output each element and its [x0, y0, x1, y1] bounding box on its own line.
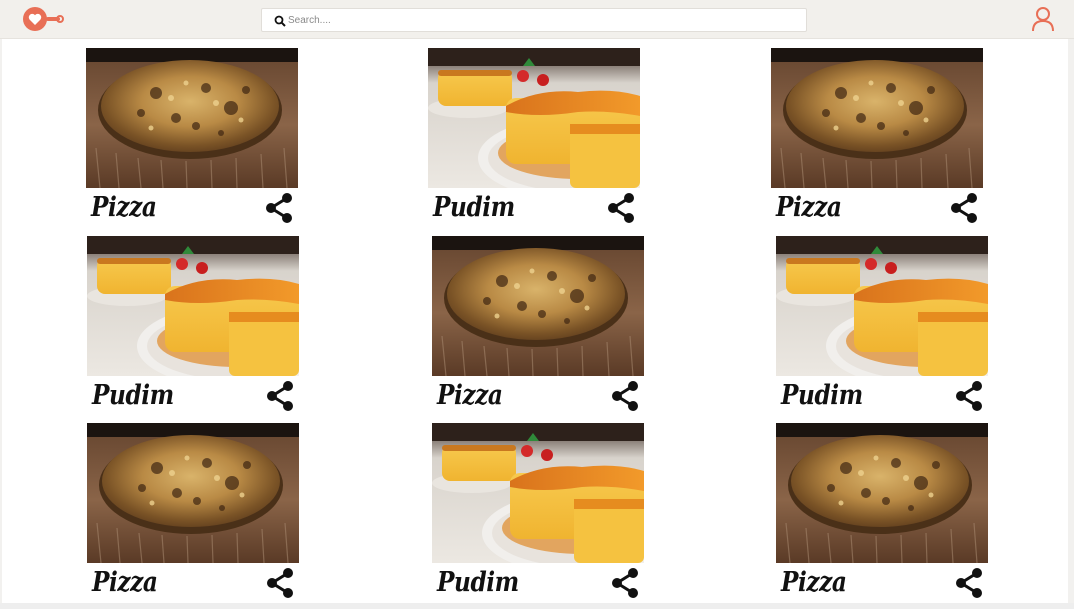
share-icon[interactable]	[606, 192, 636, 224]
recipe-title[interactable]: Pizza	[91, 189, 157, 227]
recipe-card: Pudim	[776, 236, 988, 416]
recipe-title[interactable]: Pizza	[781, 564, 847, 602]
heart-frying-pan-icon[interactable]	[22, 6, 66, 32]
user-icon[interactable]	[1031, 6, 1055, 32]
share-icon[interactable]	[264, 192, 294, 224]
recipe-card: Pudim	[432, 423, 644, 603]
recipe-card: Pizza	[771, 48, 983, 228]
pizza-photo[interactable]	[86, 48, 298, 188]
pizza-photo[interactable]	[776, 423, 988, 563]
recipe-title[interactable]: Pizza	[437, 377, 503, 415]
recipe-title[interactable]: Pizza	[776, 189, 842, 227]
search-icon	[274, 14, 286, 27]
pizza-photo[interactable]	[87, 423, 299, 563]
share-icon[interactable]	[954, 567, 984, 599]
pudim-photo[interactable]	[428, 48, 640, 188]
share-icon[interactable]	[949, 192, 979, 224]
bottom-edge	[0, 603, 1074, 609]
top-navbar	[0, 0, 1074, 39]
recipe-card: Pizza	[432, 236, 644, 416]
recipe-title[interactable]: Pizza	[92, 564, 158, 602]
search-bar	[261, 8, 807, 32]
pizza-photo[interactable]	[432, 236, 644, 376]
pudim-photo[interactable]	[432, 423, 644, 563]
share-icon[interactable]	[265, 380, 295, 412]
recipe-title[interactable]: Pudim	[433, 189, 515, 227]
search-input[interactable]	[288, 11, 788, 29]
pudim-photo[interactable]	[87, 236, 299, 376]
share-icon[interactable]	[954, 380, 984, 412]
recipe-card: Pizza	[776, 423, 988, 603]
share-icon[interactable]	[610, 567, 640, 599]
pudim-photo[interactable]	[776, 236, 988, 376]
recipe-title[interactable]: Pudim	[437, 564, 519, 602]
share-icon[interactable]	[265, 567, 295, 599]
recipe-card: Pizza	[87, 423, 299, 603]
recipe-card: Pudim	[428, 48, 640, 228]
recipe-grid: Pizza Pudim Pizza Pudim Pizza Pudim Pizz…	[2, 39, 1068, 603]
recipe-title[interactable]: Pudim	[92, 377, 174, 415]
recipe-card: Pudim	[87, 236, 299, 416]
recipe-card: Pizza	[86, 48, 298, 228]
share-icon[interactable]	[610, 380, 640, 412]
pizza-photo[interactable]	[771, 48, 983, 188]
recipe-title[interactable]: Pudim	[781, 377, 863, 415]
